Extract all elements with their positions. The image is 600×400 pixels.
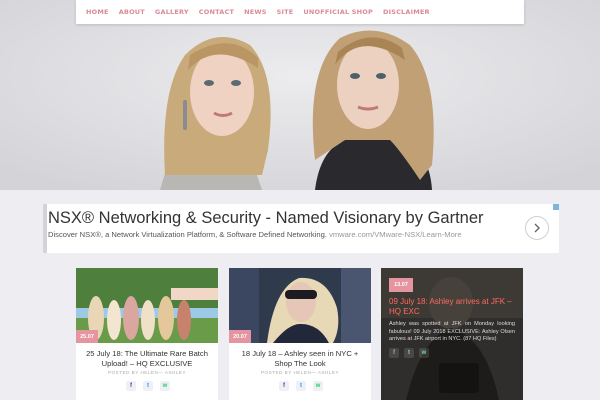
whatsapp-icon[interactable]: w — [419, 348, 429, 358]
whatsapp-icon[interactable]: w — [313, 381, 323, 391]
ad-url[interactable]: vmware.com/VMware-NSX/Learn-More — [329, 230, 462, 239]
ad-open-button[interactable] — [525, 216, 549, 240]
twitter-icon[interactable]: t — [404, 348, 414, 358]
facebook-icon[interactable]: f — [389, 348, 399, 358]
advertisement-banner[interactable]: NSX® Networking & Security - Named Visio… — [43, 204, 559, 253]
post-thumbnail[interactable]: 25.07 — [76, 268, 218, 343]
post-meta: POSTED BY HELEN— ASHLEY — [260, 370, 340, 375]
post-title[interactable]: 09 July 18: Ashley arrives at JFK – HQ E… — [389, 297, 515, 317]
facebook-icon[interactable]: f — [279, 381, 289, 391]
nav-disclaimer[interactable]: DISCLAIMER — [383, 8, 430, 16]
facebook-icon[interactable]: f — [126, 381, 136, 391]
twitter-icon[interactable]: t — [296, 381, 306, 391]
featured-post-card[interactable]: 13.07 09 July 18: Ashley arrives at JFK … — [381, 268, 523, 400]
twitter-icon[interactable]: t — [143, 381, 153, 391]
ad-description: Discover NSX®, a Network Virtualization … — [48, 230, 478, 240]
right-person-figure — [312, 30, 434, 190]
nav-unofficial-shop[interactable]: UNOFFICIAL SHOP — [303, 8, 373, 16]
post-card[interactable]: 25.07 25 July 18: The Ultimate Rare Batc… — [76, 268, 218, 400]
ad-accent-strip — [43, 204, 47, 253]
ad-description-text: Discover NSX®, a Network Virtualization … — [48, 230, 327, 239]
share-buttons: f t w — [279, 381, 323, 391]
post-meta: POSTED BY HELEN— ASHLEY — [107, 370, 187, 375]
post-thumbnail[interactable]: 20.07 — [229, 268, 371, 343]
hero-image — [0, 0, 600, 190]
nav-about[interactable]: ABOUT — [119, 8, 145, 16]
ad-title[interactable]: NSX® Networking & Security - Named Visio… — [48, 209, 484, 228]
nav-site[interactable]: SITE — [277, 8, 294, 16]
nav-contact[interactable]: CONTACT — [199, 8, 234, 16]
post-date-badge: 20.07 — [229, 330, 251, 343]
top-navigation: HOME ABOUT GALLERY CONTACT NEWS SITE UNO… — [76, 0, 524, 24]
ad-choices-icon[interactable] — [553, 204, 559, 210]
nav-news[interactable]: NEWS — [244, 8, 267, 16]
post-title[interactable]: 18 July 18 – Ashley seen in NYC + Shop T… — [233, 349, 367, 369]
post-card[interactable]: 20.07 18 July 18 – Ashley seen in NYC + … — [229, 268, 371, 400]
post-date-badge: 13.07 — [389, 278, 413, 292]
post-excerpt: Ashley was spotted at JFK on Monday look… — [389, 321, 515, 342]
share-buttons: f t w — [126, 381, 170, 391]
whatsapp-icon[interactable]: w — [160, 381, 170, 391]
post-title[interactable]: 25 July 18: The Ultimate Rare Batch Uplo… — [80, 349, 214, 369]
post-date-badge: 25.07 — [76, 330, 98, 343]
hero-banner — [0, 0, 600, 190]
share-buttons: f t w — [389, 348, 429, 358]
nav-gallery[interactable]: GALLERY — [155, 8, 189, 16]
nav-home[interactable]: HOME — [86, 8, 109, 16]
chevron-right-icon — [534, 223, 540, 233]
